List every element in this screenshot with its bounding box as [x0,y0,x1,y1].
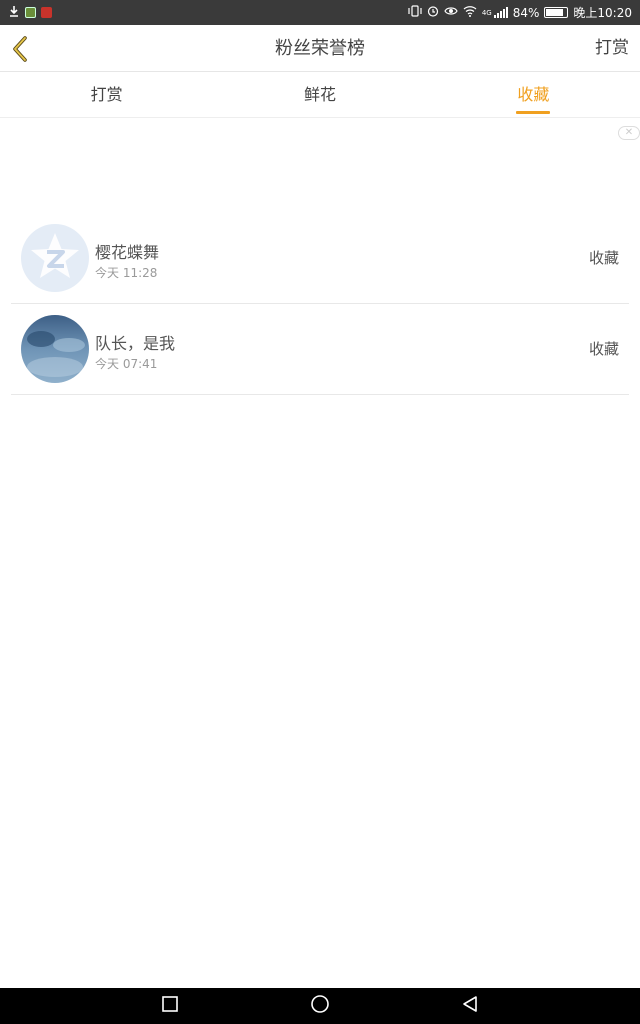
ad-banner: ✕ [0,119,640,209]
status-bar: 4G 84% 晚上10:20 [0,0,640,25]
top-bar: 粉丝荣誉榜 打赏 [0,25,640,72]
back-button[interactable] [8,35,34,63]
list-item[interactable]: 樱花蝶舞 今天 11:28 收藏 [11,213,629,304]
tab-label: 打赏 [90,85,123,104]
fan-name: 队长，是我 [95,334,176,353]
fan-list: 樱花蝶舞 今天 11:28 收藏 队长，是我 今天 07:41 收藏 [0,213,640,395]
tab-label: 鲜花 [303,85,336,104]
default-qq-avatar-icon [21,224,89,292]
fan-action-label: 收藏 [588,340,619,358]
square-icon [161,995,179,1017]
system-nav-bar [0,988,640,1024]
wifi-icon [463,5,477,20]
tab-reward[interactable]: 打赏 [0,72,213,117]
recents-button[interactable] [159,995,181,1017]
alarm-icon [427,5,439,20]
status-clock: 晚上10:20 [573,6,632,20]
status-indicators: 4G 84% 晚上10:20 [408,4,632,21]
ad-close-button[interactable]: ✕ [618,126,640,140]
fan-name: 樱花蝶舞 [95,243,160,262]
avatar [21,224,89,292]
reward-button[interactable]: 打赏 [595,25,629,72]
list-item[interactable]: 队长，是我 今天 07:41 收藏 [11,304,629,395]
fan-time: 今天 11:28 [95,266,158,280]
photo-avatar-icon [21,315,89,383]
triangle-back-icon [461,995,479,1017]
vibrate-icon [408,5,422,20]
battery-icon [544,7,569,18]
tab-label: 收藏 [517,85,550,104]
eye-comfort-icon [444,5,458,20]
app-notification-icon [25,7,36,18]
circle-icon [310,994,330,1018]
download-icon [8,5,20,20]
tab-favorites[interactable]: 收藏 [427,72,640,117]
fan-action-label: 收藏 [588,249,619,267]
network-type: 4G [481,8,492,17]
avatar [21,315,89,383]
page-title: 粉丝荣誉榜 [275,38,365,59]
tab-bar: 打赏 鲜花 收藏 [0,72,640,118]
status-notifications [8,5,52,20]
home-button[interactable] [309,995,331,1017]
chevron-left-icon [8,36,34,67]
signal-icon: 4G [482,7,508,18]
news-notification-icon [41,7,52,18]
battery-percent: 84% [512,5,540,20]
close-icon: ✕ [624,127,634,138]
tab-flowers[interactable]: 鲜花 [213,72,426,117]
back-nav-button[interactable] [459,995,481,1017]
active-tab-indicator [516,111,551,114]
fan-time: 今天 07:41 [95,357,158,371]
